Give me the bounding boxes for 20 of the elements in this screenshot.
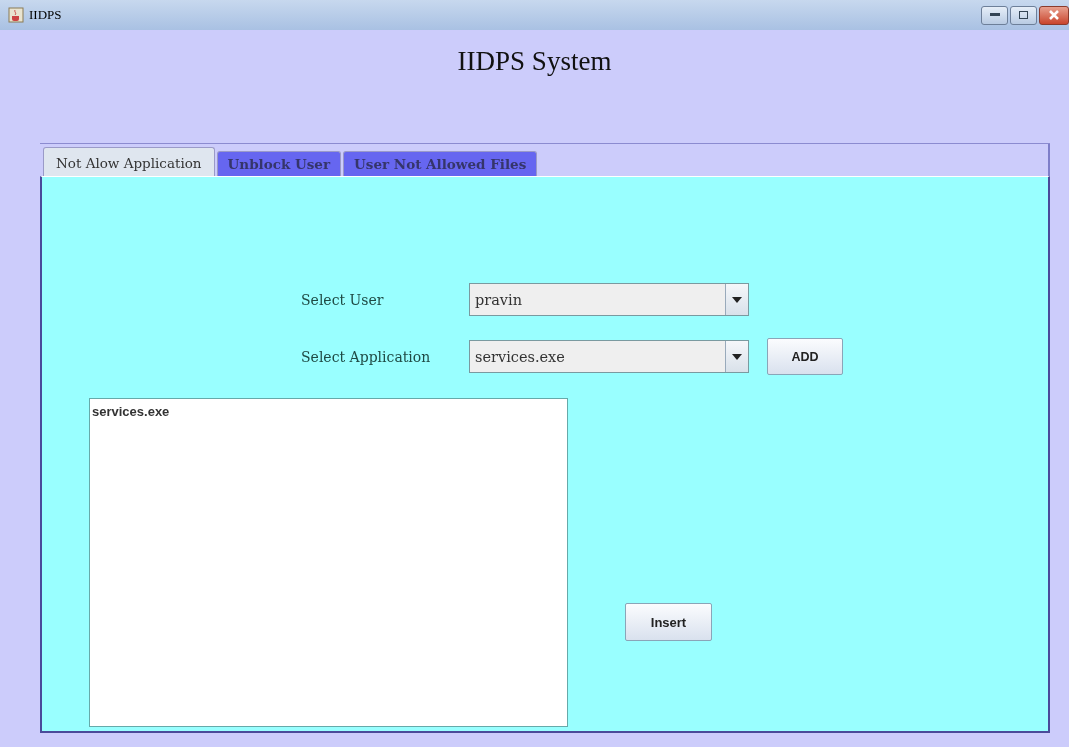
dropdown[interactable]: services.exe xyxy=(469,340,749,373)
close-icon xyxy=(1049,10,1059,20)
caret-icon xyxy=(732,353,742,360)
minimize-icon xyxy=(989,13,1000,17)
app-heading: IIDPS System xyxy=(456,46,613,78)
add-button[interactable]: ADD xyxy=(767,338,843,375)
field-label: Select User xyxy=(301,291,385,308)
insert-button[interactable]: Insert xyxy=(625,603,712,641)
close-button[interactable] xyxy=(1039,5,1069,25)
tab[interactable]: Not Alow Application xyxy=(43,147,215,176)
field-label: Select Application xyxy=(301,348,432,365)
caret-icon xyxy=(732,296,742,303)
dropdown[interactable]: pravin xyxy=(469,283,749,316)
window-title: IIDPS xyxy=(29,7,62,23)
maximize-button[interactable] xyxy=(1010,5,1037,25)
cup-icon xyxy=(8,7,24,23)
list-item[interactable]: services.exe xyxy=(92,404,565,419)
list-box[interactable]: services.exe xyxy=(89,398,568,727)
minimize-button[interactable] xyxy=(981,5,1008,25)
maximize-icon xyxy=(1019,11,1028,19)
